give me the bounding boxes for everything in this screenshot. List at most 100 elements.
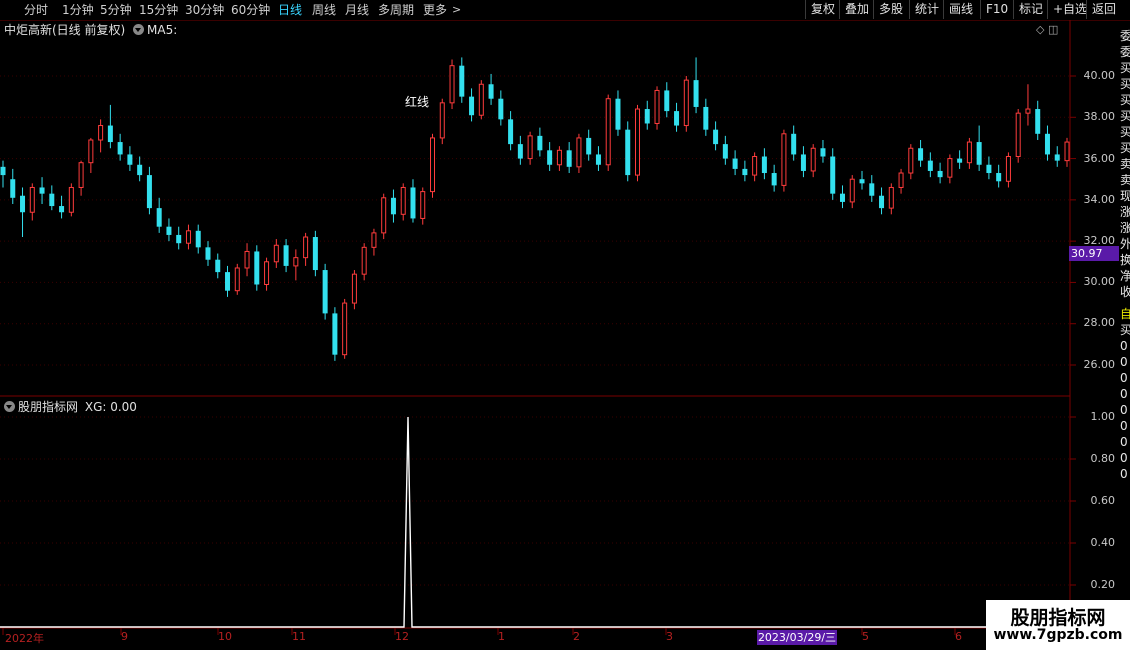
candle-body-up xyxy=(78,162,84,188)
candle-body-down xyxy=(879,195,885,209)
indicator-pane-header: 股朋指标网 XG: 0.00 xyxy=(4,398,137,415)
candle-body-up xyxy=(68,186,74,213)
current-price-tag: 30.97 xyxy=(1069,246,1119,261)
candle-body-down xyxy=(312,237,318,271)
date-tick: 5 xyxy=(862,630,869,643)
candle-body-down xyxy=(547,150,553,165)
date-tick: 2022年 xyxy=(5,632,44,645)
candle-body-up xyxy=(556,149,562,166)
candle-body-up xyxy=(381,197,387,234)
candle-body-up xyxy=(449,65,455,104)
candle-body-down xyxy=(791,133,797,155)
ma5-label: MA5: xyxy=(147,23,178,37)
candle-body-up xyxy=(1005,156,1011,182)
dropdown-circle-icon[interactable] xyxy=(4,401,15,412)
indicator-title: 股朋指标网 xyxy=(18,400,79,414)
candle-body-down xyxy=(390,197,396,215)
candle-body-up xyxy=(420,191,426,219)
price-tick: 30.00 xyxy=(1083,275,1116,288)
price-tick: 38.00 xyxy=(1083,110,1116,123)
candle-body-down xyxy=(498,98,504,120)
candle-body-down xyxy=(39,187,45,194)
candle-body-down xyxy=(215,259,221,273)
candle-body-down xyxy=(176,234,182,244)
candle-body-down xyxy=(839,193,845,202)
candle-body-up xyxy=(264,261,270,285)
candle-body-up xyxy=(1015,112,1021,158)
date-tick: 6 xyxy=(955,630,962,643)
price-tick: 26.00 xyxy=(1083,358,1116,371)
candle-body-down xyxy=(869,183,875,196)
candle-body-up xyxy=(576,137,582,168)
candle-body-down xyxy=(117,142,123,155)
red-line-annotation: 红线 xyxy=(405,95,430,109)
candle-body-down xyxy=(976,142,982,165)
candle-body-down xyxy=(713,129,719,145)
candle-body-down xyxy=(586,137,592,155)
indicator-tick: 0.80 xyxy=(1090,452,1116,465)
quote-label: 卖 xyxy=(1120,173,1130,187)
candle-body-up xyxy=(303,236,309,259)
candle-body-down xyxy=(918,148,924,161)
candle-body-up xyxy=(244,250,250,269)
date-tick: 1 xyxy=(498,630,505,643)
candle-body-down xyxy=(127,154,133,165)
candle-body-down xyxy=(59,206,65,213)
kline-chart[interactable] xyxy=(0,0,1120,650)
quote-panel-edge: 委 委 买 买 买 买 买 买 卖 卖 现 涨 涨 外 换 净 收 自 买 0 … xyxy=(1120,20,1130,630)
candle-body-down xyxy=(322,270,328,314)
candle-body-up xyxy=(478,83,484,116)
quote-label: 买 xyxy=(1120,77,1130,91)
candle-body-down xyxy=(225,272,231,291)
candle-body-up xyxy=(947,158,953,178)
quote-label: 卖 xyxy=(1120,157,1130,171)
quote-label: 0 xyxy=(1120,451,1128,465)
quote-label: 0 xyxy=(1120,339,1128,353)
candle-body-down xyxy=(137,164,143,176)
date-tick: 9 xyxy=(121,630,128,643)
candle-body-down xyxy=(566,150,572,167)
quote-label: 0 xyxy=(1120,371,1128,385)
candle-body-up xyxy=(234,267,240,292)
quote-label: 0 xyxy=(1120,387,1128,401)
candle-body-up xyxy=(371,232,377,248)
candle-body-down xyxy=(859,179,865,184)
indicator-tick: 1.00 xyxy=(1090,410,1116,423)
quote-label: 买 xyxy=(1120,61,1130,75)
candle-body-down xyxy=(517,144,523,159)
quote-label: 收 xyxy=(1120,285,1130,299)
quote-label: 买 xyxy=(1120,323,1130,337)
candle-body-up xyxy=(752,156,758,176)
candle-body-down xyxy=(49,193,55,207)
candle-body-down xyxy=(107,125,113,143)
candle-body-up xyxy=(273,244,279,263)
candle-body-down xyxy=(957,158,963,163)
date-tick: 3 xyxy=(666,630,673,643)
candle-body-up xyxy=(342,302,348,356)
indicator-tick: 0.60 xyxy=(1090,494,1116,507)
candle-body-up xyxy=(88,139,94,164)
dropdown-circle-icon[interactable] xyxy=(133,24,145,35)
candle-body-up xyxy=(439,102,445,139)
candle-body-down xyxy=(195,230,201,248)
date-tick: 12 xyxy=(395,630,409,643)
quote-label: 涨 xyxy=(1120,205,1130,219)
candle-body-up xyxy=(634,108,640,176)
candle-body-down xyxy=(1054,154,1060,161)
candle-body-down xyxy=(508,119,514,145)
pane-corner-icons[interactable]: ◇ ◫ xyxy=(1036,23,1058,36)
candle-body-down xyxy=(664,90,670,112)
candle-body-up xyxy=(966,141,972,164)
candle-body-down xyxy=(722,144,728,159)
stock-title: 中炬高新(日线 前复权) xyxy=(4,23,126,37)
quote-label: 0 xyxy=(1120,355,1128,369)
candle-body-up xyxy=(29,186,35,213)
candle-body-up xyxy=(1025,108,1031,114)
candle-body-up xyxy=(400,186,406,215)
candle-body-down xyxy=(732,158,738,169)
candle-body-down xyxy=(820,148,826,157)
candle-body-up xyxy=(361,246,367,275)
quote-label: 买 xyxy=(1120,109,1130,123)
candle-body-down xyxy=(469,96,475,116)
quote-label: 买 xyxy=(1120,125,1130,139)
